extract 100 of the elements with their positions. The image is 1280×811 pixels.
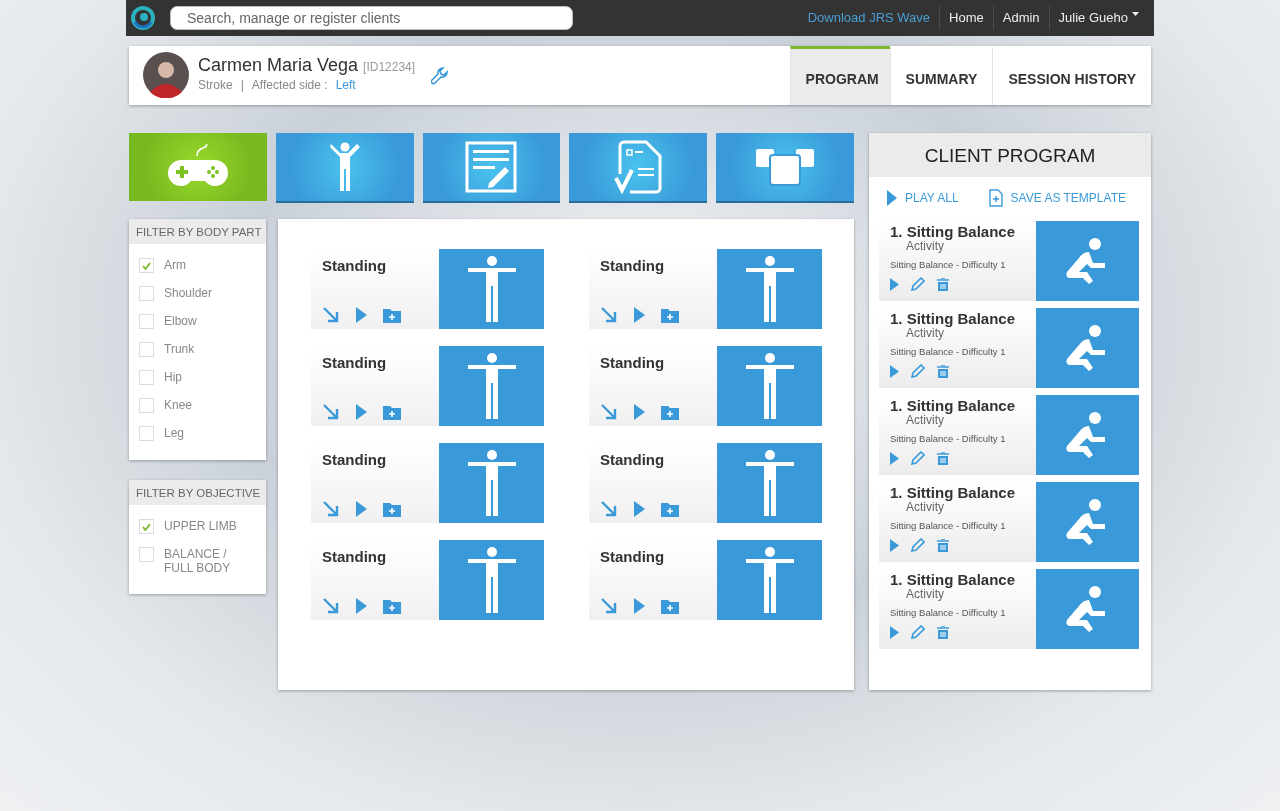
checkbox[interactable] [139, 370, 154, 385]
exercise-title: Standing [322, 548, 388, 565]
folder-plus-icon[interactable] [661, 501, 679, 517]
wrench-icon[interactable] [431, 66, 450, 85]
item-type: Activity [906, 588, 944, 601]
exercise-title: Standing [600, 451, 666, 468]
trash-icon[interactable] [937, 364, 949, 378]
item-detail: Sitting Balance - Difficulty 1 [890, 520, 1007, 531]
trash-icon[interactable] [937, 625, 949, 639]
item-type: Activity [906, 240, 944, 253]
filter-label: UPPER LIMB [164, 519, 237, 533]
arrow-icon[interactable] [322, 597, 340, 615]
play-icon[interactable] [890, 538, 899, 552]
standing-figure-icon [745, 353, 794, 419]
play-icon[interactable] [356, 598, 367, 614]
play-icon[interactable] [634, 404, 645, 420]
item-detail: Sitting Balance - Difficulty 1 [890, 259, 1007, 270]
pencil-icon[interactable] [911, 364, 925, 378]
affected-side-value: Left [335, 78, 356, 92]
folder-plus-icon[interactable] [383, 404, 401, 420]
checkbox[interactable] [139, 519, 154, 534]
play-icon[interactable] [634, 501, 645, 517]
nav-link[interactable]: Home [939, 6, 993, 30]
category-tile[interactable] [716, 133, 854, 201]
tab[interactable]: PROGRAM [789, 46, 890, 105]
nav-link[interactable]: Admin [992, 6, 1049, 30]
arrow-icon[interactable] [322, 500, 340, 518]
exercise-title: Standing [322, 257, 388, 274]
avatar [143, 52, 189, 98]
play-icon[interactable] [634, 307, 645, 323]
pencil-icon[interactable] [911, 625, 925, 639]
folder-plus-icon[interactable] [383, 307, 401, 323]
trash-icon[interactable] [937, 277, 949, 291]
trash-icon[interactable] [937, 451, 949, 465]
filter-label: Leg [164, 426, 185, 440]
checkbox[interactable] [139, 258, 154, 273]
item-type: Activity [906, 414, 944, 427]
filter-label: Knee [164, 398, 193, 412]
client-id: [ID12234] [363, 60, 416, 74]
document-plus-icon [988, 189, 1003, 207]
checkbox[interactable] [139, 398, 154, 413]
checkbox[interactable] [139, 286, 154, 301]
search-field[interactable]: Search, manage or register clients [170, 6, 573, 30]
play-icon[interactable] [356, 404, 367, 420]
tab[interactable]: SUMMARY [889, 46, 993, 105]
logo-icon[interactable] [130, 5, 156, 31]
arrow-icon[interactable] [600, 500, 618, 518]
pencil-icon[interactable] [911, 451, 925, 465]
folder-plus-icon[interactable] [383, 598, 401, 614]
arrow-icon[interactable] [322, 306, 340, 324]
category-tile[interactable] [569, 133, 708, 201]
exercise-title: Standing [600, 257, 666, 274]
folder-plus-icon[interactable] [661, 307, 679, 323]
filter-label: BALANCE / FULL BODY [164, 547, 232, 575]
checkbox[interactable] [139, 342, 154, 357]
item-title: 1. Sitting Balance [890, 310, 1017, 327]
standing-figure-icon [745, 547, 794, 613]
category-tile[interactable] [129, 133, 267, 201]
filter-label: Elbow [164, 314, 197, 328]
category-tile[interactable] [275, 133, 414, 201]
folder-plus-icon[interactable] [661, 404, 679, 420]
arrow-icon[interactable] [600, 306, 618, 324]
play-icon[interactable] [356, 307, 367, 323]
filter-title: FILTER BY BODY PART [129, 219, 266, 244]
play-icon[interactable] [890, 277, 899, 291]
nav-link[interactable]: Download JRS Wave [798, 6, 940, 30]
notepad-icon [465, 141, 518, 193]
item-detail: Sitting Balance - Difficulty 1 [890, 346, 1007, 357]
item-title: 1. Sitting Balance [890, 484, 1017, 501]
item-title: 1. Sitting Balance [890, 397, 1017, 414]
category-tile[interactable] [422, 133, 561, 201]
trash-icon[interactable] [937, 538, 949, 552]
filter-label: Trunk [164, 342, 195, 356]
play-icon[interactable] [890, 625, 899, 639]
tab[interactable]: SESSION HISTORY [992, 46, 1151, 105]
item-detail: Sitting Balance - Difficulty 1 [890, 607, 1007, 618]
play-icon [887, 190, 897, 206]
checkbox[interactable] [139, 426, 154, 441]
checkbox[interactable] [139, 547, 154, 562]
filter-label: Arm [164, 258, 186, 272]
pencil-icon[interactable] [911, 538, 925, 552]
play-icon[interactable] [356, 501, 367, 517]
arrow-icon[interactable] [600, 403, 618, 421]
arrow-icon[interactable] [322, 403, 340, 421]
nav-link[interactable]: Julie Gueho [1048, 6, 1148, 30]
exercise-title: Standing [322, 451, 388, 468]
folder-plus-icon[interactable] [383, 501, 401, 517]
standing-figure-icon [467, 256, 516, 322]
item-detail: Sitting Balance - Difficulty 1 [890, 433, 1007, 444]
item-type: Activity [906, 501, 944, 514]
play-icon[interactable] [634, 598, 645, 614]
play-icon[interactable] [890, 451, 899, 465]
separator: | [240, 78, 244, 92]
pencil-icon[interactable] [911, 277, 925, 291]
play-icon[interactable] [890, 364, 899, 378]
checkbox[interactable] [139, 314, 154, 329]
folder-plus-icon[interactable] [661, 598, 679, 614]
arrow-icon[interactable] [600, 597, 618, 615]
item-type: Activity [906, 327, 944, 340]
condition-label: Stroke [198, 78, 233, 92]
